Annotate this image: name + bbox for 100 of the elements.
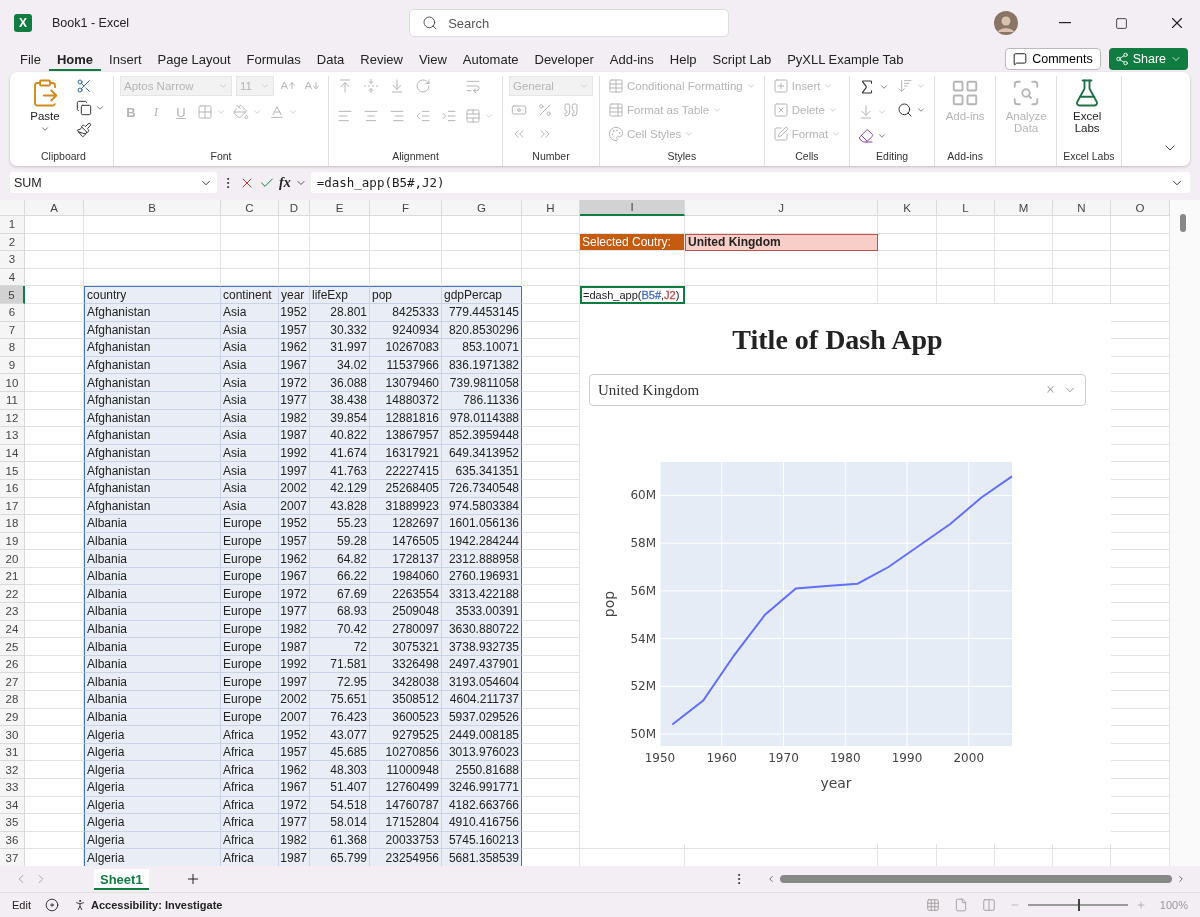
row-header[interactable]: 18 xyxy=(0,515,25,533)
row-header[interactable]: 22 xyxy=(0,585,25,604)
empty-cell[interactable] xyxy=(84,233,221,252)
empty-cell[interactable] xyxy=(84,251,221,269)
ribbon-tab[interactable]: Help xyxy=(661,47,705,71)
normal-view-icon[interactable] xyxy=(925,898,940,912)
ribbon-tab[interactable]: Insert xyxy=(101,47,150,71)
name-box[interactable]: SUM xyxy=(10,172,217,193)
empty-cell[interactable] xyxy=(685,286,878,304)
empty-cell[interactable] xyxy=(442,233,522,252)
empty-cell[interactable] xyxy=(685,216,878,234)
row-header[interactable]: 5 xyxy=(0,286,25,304)
row-header[interactable]: 35 xyxy=(0,814,25,832)
column-header[interactable]: G xyxy=(442,200,522,216)
column-header[interactable]: M xyxy=(995,200,1053,216)
empty-cell[interactable] xyxy=(310,251,370,269)
ribbon-button[interactable]: Excel Labs xyxy=(1063,76,1112,136)
empty-cell[interactable] xyxy=(221,251,279,269)
empty-cell[interactable] xyxy=(522,216,580,234)
empty-cell[interactable] xyxy=(937,233,995,252)
row-header[interactable]: 33 xyxy=(0,779,25,797)
empty-cell[interactable] xyxy=(937,268,995,287)
page-layout-view-icon[interactable] xyxy=(953,898,968,912)
row-header[interactable]: 27 xyxy=(0,673,25,692)
insert-function-button[interactable]: fx xyxy=(279,174,291,191)
empty-cell[interactable] xyxy=(937,216,995,234)
empty-cell[interactable] xyxy=(370,251,442,269)
empty-cell[interactable] xyxy=(995,251,1053,269)
ribbon-tab[interactable]: View xyxy=(410,47,455,71)
empty-cell[interactable] xyxy=(878,268,937,287)
share-button[interactable]: Share xyxy=(1108,48,1188,70)
row-header[interactable]: 8 xyxy=(0,339,25,357)
empty-cell[interactable] xyxy=(685,268,878,287)
column-header[interactable]: O xyxy=(1111,200,1170,216)
row-header[interactable]: 25 xyxy=(0,638,25,656)
empty-cell[interactable] xyxy=(279,216,310,234)
column-header[interactable]: F xyxy=(370,200,442,216)
empty-cell[interactable] xyxy=(310,216,370,234)
empty-cell[interactable] xyxy=(370,233,442,252)
empty-cell[interactable] xyxy=(580,216,685,234)
row-header[interactable]: 32 xyxy=(0,761,25,779)
ribbon-tab[interactable]: Formulas xyxy=(238,47,309,71)
empty-cell[interactable] xyxy=(580,251,685,269)
row-header[interactable]: 20 xyxy=(0,550,25,568)
empty-cell[interactable] xyxy=(1053,251,1111,269)
ribbon-tab[interactable]: Page Layout xyxy=(149,47,239,71)
empty-cell[interactable] xyxy=(522,268,580,287)
empty-cell[interactable] xyxy=(878,251,937,269)
column-header[interactable]: I xyxy=(580,200,685,216)
empty-cell[interactable] xyxy=(279,251,310,269)
slider-thumb[interactable] xyxy=(1077,899,1080,911)
column-header[interactable]: E xyxy=(310,200,370,216)
empty-cell[interactable] xyxy=(84,216,221,234)
empty-cell[interactable] xyxy=(995,286,1053,304)
select-all-button[interactable] xyxy=(0,200,25,216)
column-header[interactable]: L xyxy=(937,200,995,216)
ribbon-tab[interactable]: File xyxy=(12,47,49,71)
row-header[interactable]: 37 xyxy=(0,849,25,866)
row-header[interactable]: 13 xyxy=(0,427,25,445)
ribbon-tab[interactable]: Script Lab xyxy=(704,47,780,71)
empty-cell[interactable] xyxy=(1053,233,1111,252)
ribbon-tab[interactable]: PyXLL Example Tab xyxy=(779,47,912,71)
row-header[interactable]: 15 xyxy=(0,462,25,480)
empty-cell[interactable] xyxy=(878,216,937,234)
active-cell[interactable]: =dash_app(B5#,J2) xyxy=(580,286,685,304)
column-header[interactable]: A xyxy=(25,200,84,216)
empty-cell[interactable] xyxy=(522,251,580,269)
empty-cell[interactable] xyxy=(221,233,279,252)
empty-cell[interactable] xyxy=(995,216,1053,234)
horizontal-scrollbar[interactable] xyxy=(766,872,1186,886)
empty-cell[interactable] xyxy=(878,286,937,304)
ribbon-tab[interactable]: Developer xyxy=(526,47,602,71)
empty-cell[interactable] xyxy=(370,216,442,234)
empty-cell[interactable] xyxy=(685,251,878,269)
comments-button[interactable]: Comments xyxy=(1005,48,1101,70)
formula-field[interactable]: =dash_app(B5#,J2) xyxy=(310,172,1190,193)
record-icon[interactable] xyxy=(44,898,59,912)
row-header[interactable]: 23 xyxy=(0,603,25,621)
column-header[interactable]: C xyxy=(221,200,279,216)
column-header[interactable]: J xyxy=(685,200,878,216)
empty-cell[interactable] xyxy=(1053,268,1111,287)
ribbon-tab[interactable]: Review xyxy=(352,47,411,71)
empty-cell[interactable] xyxy=(442,216,522,234)
column-header[interactable]: N xyxy=(1053,200,1111,216)
accessibility-status[interactable]: Accessibility: Investigate xyxy=(90,899,223,911)
column-header[interactable]: K xyxy=(878,200,937,216)
column-header[interactable]: B xyxy=(84,200,221,216)
scrollbar-thumb[interactable] xyxy=(1180,214,1186,232)
avatar[interactable] xyxy=(994,11,1018,35)
ribbon-tab[interactable]: Data xyxy=(308,47,353,71)
country-dropdown[interactable]: United Kingdom × xyxy=(589,374,1086,406)
empty-cell[interactable] xyxy=(442,251,522,269)
ribbon-tab[interactable]: Automate xyxy=(454,47,527,71)
page-break-view-icon[interactable] xyxy=(981,898,996,912)
row-header[interactable]: 1 xyxy=(0,216,25,234)
sheet-tab[interactable]: Sheet1 xyxy=(94,868,149,890)
row-header[interactable]: 10 xyxy=(0,374,25,392)
row-header[interactable]: 3 xyxy=(0,251,25,269)
search-field[interactable]: Search xyxy=(409,9,730,37)
row-header[interactable]: 30 xyxy=(0,726,25,744)
